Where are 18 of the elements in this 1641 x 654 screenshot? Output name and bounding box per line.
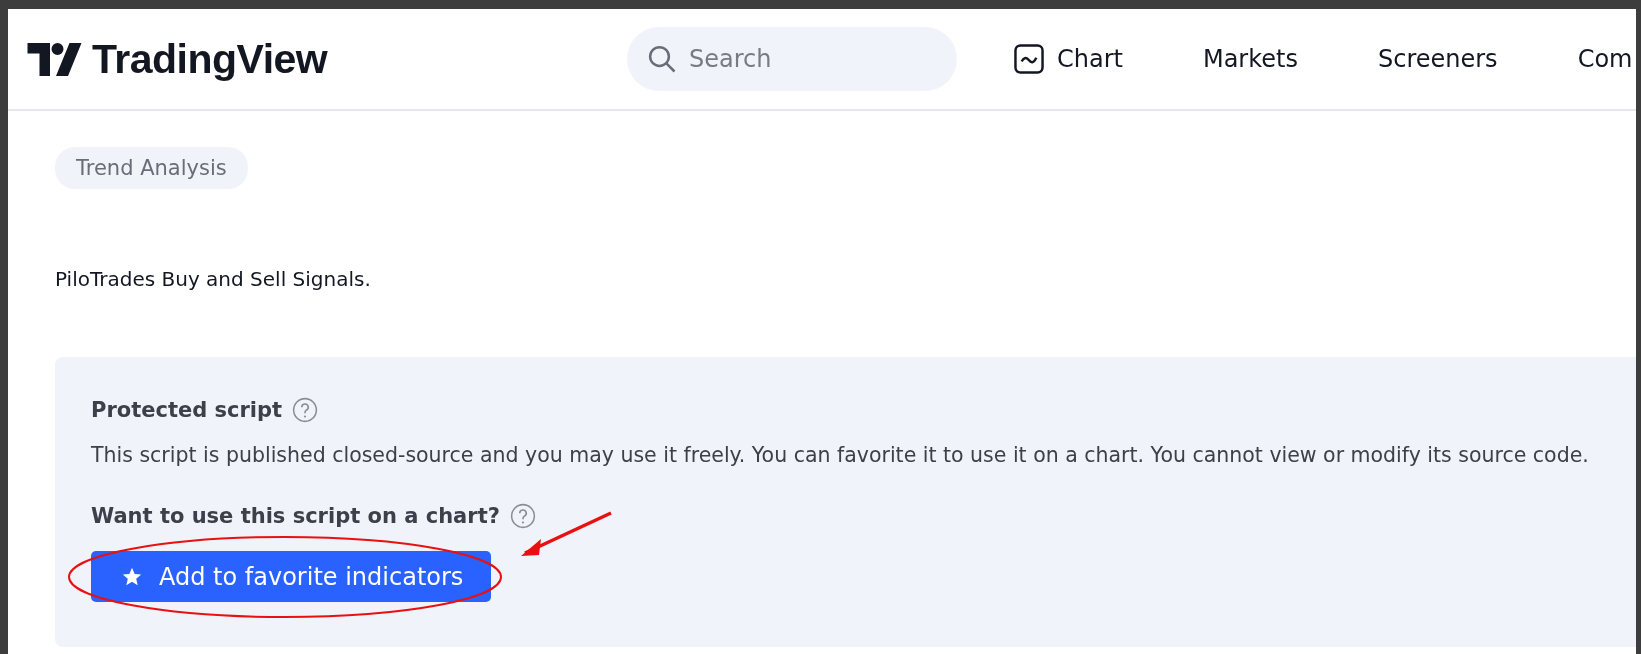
search-field[interactable]: Search	[627, 27, 957, 91]
tradingview-logo[interactable]: TradingView	[27, 35, 627, 83]
tag-chip[interactable]: Trend Analysis	[55, 147, 248, 189]
question-text: Want to use this script on a chart?	[91, 504, 500, 528]
logo-text: TradingView	[92, 35, 328, 83]
nav-link[interactable]: Screeners	[1377, 45, 1498, 73]
help-icon[interactable]	[509, 503, 536, 529]
chart-icon	[1013, 43, 1045, 75]
search-icon	[647, 44, 677, 74]
help-icon[interactable]	[292, 397, 319, 423]
nav-link[interactable]: Chart	[1013, 43, 1123, 75]
notice-title: Protected script	[91, 398, 283, 422]
nav-link[interactable]: Com	[1577, 45, 1633, 73]
add-favorite-button[interactable]: Add to favorite indicators	[91, 551, 492, 602]
notice-text: This script is published closed-source and you may use it freely. You can favorite it to use it on a chart. You cannot view or modify its source code.	[91, 443, 1590, 467]
nav-link[interactable]: Markets	[1202, 45, 1298, 73]
logo-icon	[27, 42, 82, 76]
description-text: PiloTrades Buy and Sell Signals.	[55, 267, 372, 291]
